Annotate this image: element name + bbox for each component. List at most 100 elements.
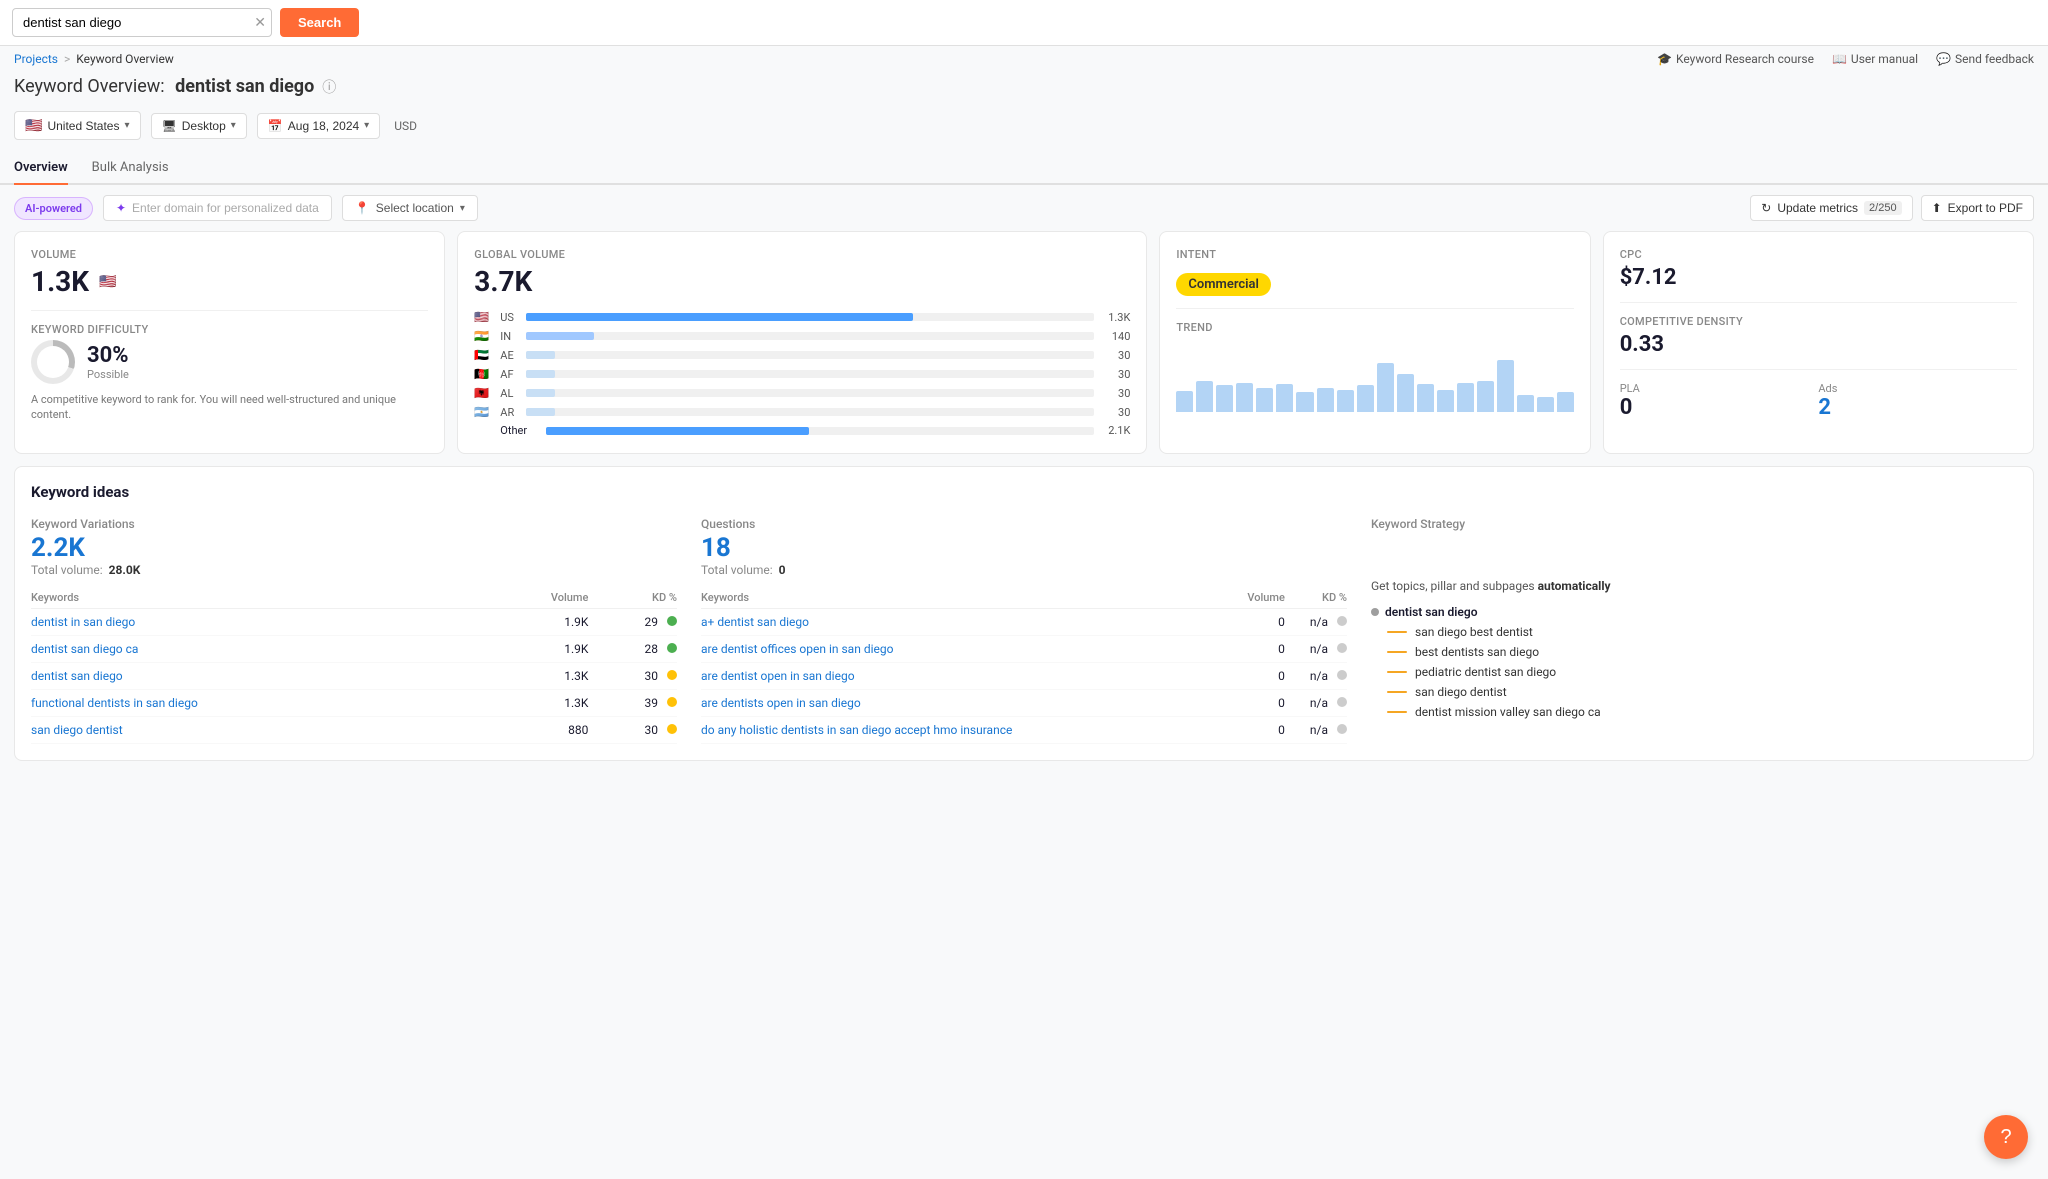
table-row: do any holistic dentists in san diego ac… [701, 717, 1347, 744]
chat-icon: 💬 [1936, 52, 1951, 66]
pla-label: PLA [1620, 382, 1819, 395]
tab-bulk-analysis[interactable]: Bulk Analysis [92, 150, 169, 185]
search-input[interactable] [12, 8, 272, 37]
table-row: dentist in san diego 1.9K 29 [31, 609, 677, 636]
trend-bar [1276, 384, 1293, 412]
pla-ads-row: PLA 0 Ads 2 [1620, 382, 2017, 420]
location-icon: 📍 [355, 201, 370, 215]
volume-kd-card: Volume 1.3K 🇺🇸 Keyword Difficulty 30% Po… [14, 231, 445, 454]
refresh-icon: ↻ [1761, 201, 1771, 215]
keyword-course-link[interactable]: 🎓 Keyword Research course [1657, 52, 1814, 66]
strategy-line [1387, 711, 1407, 713]
domain-input-button[interactable]: ✦ Enter domain for personalized data [103, 195, 332, 221]
keyword-ideas-grid: Keyword Variations 2.2K Total volume: 28… [31, 517, 2017, 744]
kw-kd: n/a [1285, 663, 1347, 690]
kd-dot-gray [1337, 697, 1347, 707]
kw-volume: 1.3K [486, 663, 588, 690]
trend-bar [1557, 392, 1574, 412]
variations-title: Keyword Variations [31, 517, 677, 531]
trend-bar [1216, 385, 1233, 412]
strategy-items: san diego best dentist best dentists san… [1371, 625, 2017, 719]
keyword-link[interactable]: dentist in san diego [31, 615, 135, 629]
keyword-link[interactable]: are dentist offices open in san diego [701, 642, 893, 656]
country-filter[interactable]: 🇺🇸 United States ▾ [14, 111, 141, 140]
kd-dot-gray [1337, 616, 1347, 626]
keyword-ideas-section: Keyword ideas Keyword Variations 2.2K To… [14, 466, 2034, 761]
breadcrumb-current: Keyword Overview [76, 52, 174, 66]
keyword-variations-col: Keyword Variations 2.2K Total volume: 28… [31, 517, 677, 744]
density-label: Competitive Density [1620, 315, 2017, 328]
keyword-link[interactable]: functional dentists in san diego [31, 696, 198, 710]
gv-row-us: 🇺🇸 US 1.3K [474, 310, 1130, 324]
questions-title: Questions [701, 517, 1347, 531]
filters-row: 🇺🇸 United States ▾ 🖥 Desktop ▾ 📅 Aug 18,… [0, 105, 2048, 150]
al-flag: 🇦🇱 [474, 386, 494, 400]
gv-row-ar: 🇦🇷 AR 30 [474, 405, 1130, 419]
help-button[interactable]: ? [1984, 1115, 2028, 1159]
col-kd: KD % [588, 587, 677, 609]
kw-volume: 0 [1222, 690, 1285, 717]
keyword-link[interactable]: a+ dentist san diego [701, 615, 809, 629]
search-button[interactable]: Search [280, 8, 359, 37]
export-icon: ⬆ [1932, 201, 1942, 215]
clear-button[interactable]: ✕ [254, 14, 266, 31]
export-pdf-button[interactable]: ⬆ Export to PDF [1921, 195, 2034, 221]
trend-chart [1176, 342, 1573, 412]
top-links: 🎓 Keyword Research course 📖 User manual … [1657, 52, 2034, 66]
trend-bar [1477, 381, 1494, 413]
keyword-link[interactable]: dentist san diego [31, 669, 123, 683]
metrics-counter: 2/250 [1864, 201, 1902, 215]
density-value: 0.33 [1620, 332, 2017, 357]
gv-row-in: 🇮🇳 IN 140 [474, 329, 1130, 343]
strategy-tree: dentist san diego san diego best dentist… [1371, 605, 2017, 719]
breadcrumb-parent[interactable]: Projects [14, 52, 58, 66]
kw-volume: 0 [1222, 636, 1285, 663]
kd-dot-gray [1337, 670, 1347, 680]
kd-label: Keyword Difficulty [31, 323, 428, 336]
trend-bar [1537, 397, 1554, 412]
col-kd: KD % [1285, 587, 1347, 609]
strategy-line [1387, 691, 1407, 693]
info-icon[interactable]: ⓘ [322, 77, 336, 97]
trend-bar [1317, 388, 1334, 413]
us-num: 1.3K [1100, 311, 1130, 324]
trend-bar [1357, 385, 1374, 412]
kw-volume: 1.9K [486, 636, 588, 663]
in-flag: 🇮🇳 [474, 329, 494, 343]
intent-trend-card: Intent Commercial Trend [1159, 231, 1590, 454]
trend-bar [1457, 383, 1474, 412]
kd-row: 30% Possible [31, 340, 428, 384]
col-volume: Volume [1222, 587, 1285, 609]
keyword-link[interactable]: do any holistic dentists in san diego ac… [701, 723, 1012, 737]
other-num: 2.1K [1100, 424, 1130, 437]
kd-dot-green [667, 616, 677, 626]
volume-value: 1.3K [31, 265, 89, 298]
strategy-line [1387, 631, 1407, 633]
date-filter[interactable]: 📅 Aug 18, 2024 ▾ [257, 113, 380, 139]
kd-circle-inner [37, 346, 69, 378]
kw-kd: 28 [588, 636, 677, 663]
af-code: AF [500, 368, 520, 381]
keyword-link[interactable]: san diego dentist [31, 723, 123, 737]
keyword-link[interactable]: are dentist open in san diego [701, 669, 855, 683]
update-metrics-button[interactable]: ↻ Update metrics 2/250 [1750, 195, 1912, 221]
keyword-ideas-title: Keyword ideas [31, 483, 2017, 501]
location-select-button[interactable]: 📍 Select location ▾ [342, 195, 478, 221]
trend-bar [1337, 390, 1354, 412]
list-item: best dentists san diego [1387, 645, 2017, 659]
strategy-description: Get topics, pillar and subpages automati… [1371, 579, 2017, 593]
keyword-link[interactable]: are dentists open in san diego [701, 696, 861, 710]
kw-kd: n/a [1285, 690, 1347, 717]
keyword-link[interactable]: dentist san diego ca [31, 642, 138, 656]
volume-label: Volume [31, 248, 428, 261]
tabs: Overview Bulk Analysis [0, 150, 2048, 185]
tab-overview[interactable]: Overview [14, 150, 68, 185]
send-feedback-link[interactable]: 💬 Send feedback [1936, 52, 2034, 66]
trend-bar [1377, 363, 1394, 412]
us-code: US [500, 311, 520, 324]
global-volume-bars: 🇺🇸 US 1.3K 🇮🇳 IN 140 🇦🇪 AE 30 🇦🇫 AF [474, 310, 1130, 437]
gv-row-other: Other 2.1K [474, 424, 1130, 437]
user-manual-link[interactable]: 📖 User manual [1832, 52, 1918, 66]
kd-dot-gray [1337, 643, 1347, 653]
device-filter[interactable]: 🖥 Desktop ▾ [151, 113, 247, 139]
